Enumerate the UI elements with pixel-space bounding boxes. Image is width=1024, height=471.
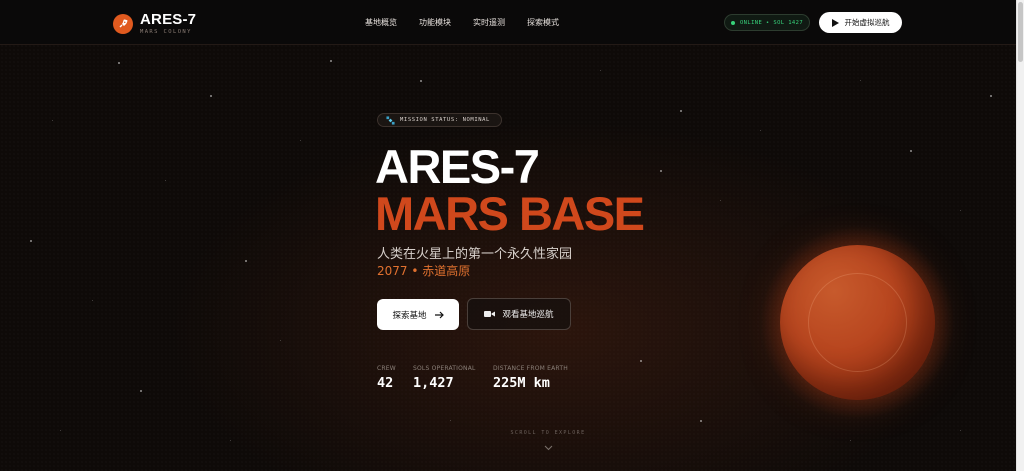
brand-logo[interactable]: ARES-7 MARS COLONY xyxy=(113,12,196,35)
planet-orbit-ring xyxy=(808,273,907,372)
brand-subtitle: MARS COLONY xyxy=(140,29,192,35)
page-scrollbar[interactable] xyxy=(1016,0,1024,471)
nav-links: 基地概览 功能模块 实时遥测 探索模式 xyxy=(365,17,559,28)
explore-base-label: 探索基地 xyxy=(392,310,427,321)
stat-sols: SOLS OPERATIONAL 1,427 xyxy=(413,365,476,391)
satellite-icon xyxy=(386,115,395,125)
watch-tour-label: 观看基地巡航 xyxy=(502,310,554,320)
nav-link-overview[interactable]: 基地概览 xyxy=(365,17,397,28)
mission-status-text: MISSION STATUS: NOMINAL xyxy=(400,117,490,123)
stat-value: 42 xyxy=(377,375,394,391)
brand-name: ARES-7 xyxy=(140,11,197,28)
nav-link-explore[interactable]: 探索模式 xyxy=(527,17,559,28)
watch-tour-button[interactable]: 观看基地巡航 xyxy=(467,298,571,330)
top-navigation: ARES-7 MARS COLONY 基地概览 功能模块 实时遥测 探索模式 O… xyxy=(0,0,1016,45)
nav-link-telemetry[interactable]: 实时遥测 xyxy=(473,17,505,28)
hero-title-line1: ARES-7 xyxy=(375,140,540,193)
scrollbar-thumb[interactable] xyxy=(1018,2,1023,62)
video-camera-icon xyxy=(484,311,496,317)
hero-title-line2: MARS BASE xyxy=(375,187,645,240)
stat-distance: DISTANCE FROM EARTH 225M km xyxy=(493,365,568,391)
stat-label: SOLS OPERATIONAL xyxy=(413,365,476,372)
stat-label: CREW xyxy=(377,365,396,372)
online-status-text: ONLINE • SOL 1427 xyxy=(739,19,804,26)
stat-label: DISTANCE FROM EARTH xyxy=(493,365,568,372)
online-status-badge: ONLINE • SOL 1427 xyxy=(724,14,810,31)
chevron-down-icon xyxy=(544,445,552,451)
stat-value: 1,427 xyxy=(413,375,454,391)
nav-link-modules[interactable]: 功能模块 xyxy=(419,17,451,28)
rocket-icon xyxy=(113,13,133,34)
start-virtual-tour-label: 开始虚拟巡航 xyxy=(844,18,890,27)
explore-base-button[interactable]: 探索基地 xyxy=(377,299,459,330)
stat-crew: CREW 42 xyxy=(377,365,396,391)
mission-status-badge: MISSION STATUS: NOMINAL xyxy=(377,113,502,127)
hero-meta: 2077 • 赤道高原 xyxy=(377,264,471,278)
arrow-right-icon xyxy=(434,311,444,318)
hero-subtitle: 人类在火星上的第一个永久性家园 xyxy=(377,247,573,262)
play-icon xyxy=(831,18,839,27)
scroll-hint-text: SCROLL TO EXPLORE xyxy=(510,430,586,436)
stat-value: 225M km xyxy=(493,375,550,391)
scroll-hint[interactable]: SCROLL TO EXPLORE xyxy=(500,430,596,455)
status-dot-icon xyxy=(730,20,735,25)
start-virtual-tour-button[interactable]: 开始虚拟巡航 xyxy=(819,12,902,33)
